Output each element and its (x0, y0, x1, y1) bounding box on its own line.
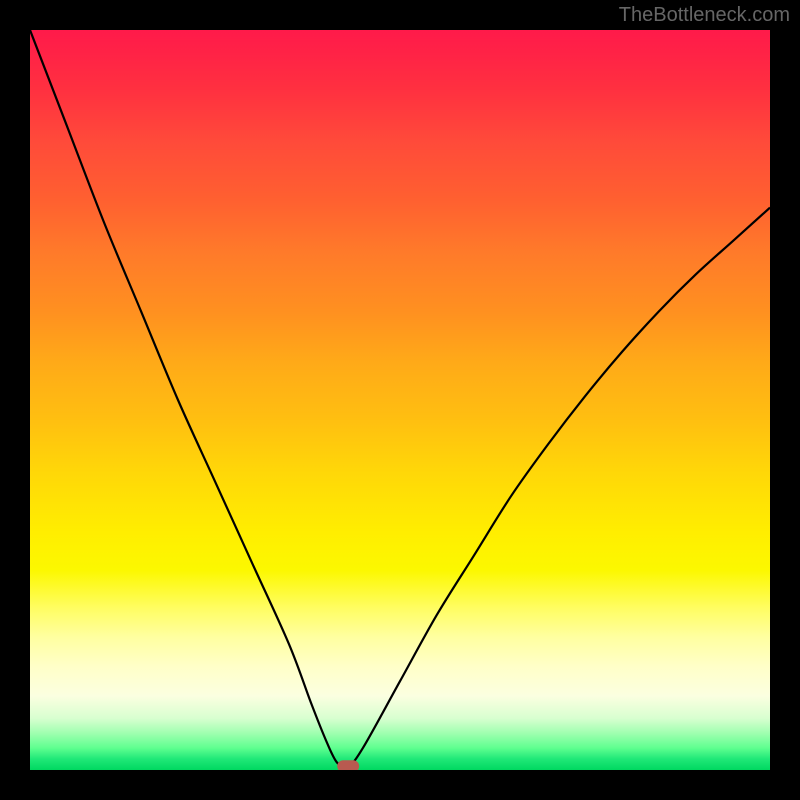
bottleneck-curve (30, 30, 770, 767)
chart-plot-area (30, 30, 770, 770)
optimal-marker (337, 760, 359, 770)
watermark-text: TheBottleneck.com (619, 4, 790, 27)
chart-svg (30, 30, 770, 770)
